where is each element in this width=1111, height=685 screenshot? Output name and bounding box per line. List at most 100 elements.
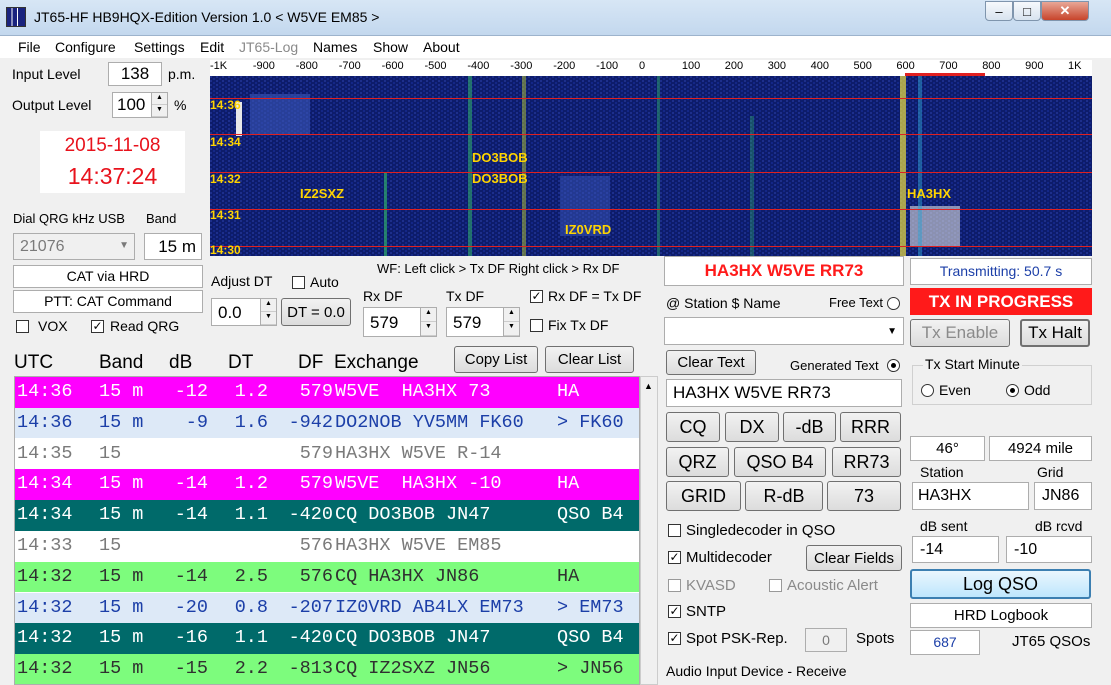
transmitting-status: Transmitting: 50.7 s <box>910 258 1092 285</box>
output-level-spinner[interactable]: ▲ ▼ <box>151 93 167 117</box>
decode-band: 15 <box>99 442 122 464</box>
clear-list-button[interactable]: Clear List <box>545 346 634 373</box>
decode-note: HA <box>557 565 580 587</box>
decode-ex: CQ DO3BOB JN47 <box>335 627 491 649</box>
scroll-up-icon[interactable]: ▲ <box>644 381 653 391</box>
scale-tick: 1K <box>1068 60 1082 72</box>
decode-db: -14 <box>174 504 208 526</box>
decode-dt: 1.6 <box>234 411 268 433</box>
decode-row[interactable]: 14:35 15 579 HA3HX W5VE R-14 <box>15 438 639 470</box>
menu-edit[interactable]: Edit <box>200 39 224 55</box>
scale-tick: -100 <box>596 60 619 72</box>
adjust-dt-field[interactable]: 0.0 ▲ ▼ <box>211 298 277 326</box>
spots-count: 0 <box>805 628 847 652</box>
decode-utc: 14:32 <box>17 658 73 680</box>
db-sent-field[interactable]: -14 <box>912 536 999 563</box>
window-title: JT65-HF HB9HQX-Edition Version 1.0 < W5V… <box>34 9 380 25</box>
odd-radio[interactable] <box>1006 384 1019 397</box>
menu-settings[interactable]: Settings <box>134 39 185 55</box>
cq-button[interactable]: CQ <box>666 412 720 442</box>
scale-tick: -1K <box>210 60 228 72</box>
decode-row[interactable]: 14:34 15 m -14 1.1 -420 CQ DO3BOB JN47 QSO B4 <box>15 500 639 531</box>
dial-qrg-select[interactable]: 21076 ▼ <box>13 233 135 260</box>
minimize-icon[interactable]: – <box>985 1 1013 21</box>
station-field[interactable]: HA3HX <box>912 482 1029 510</box>
menu-show[interactable]: Show <box>373 39 408 55</box>
menu-file[interactable]: File <box>18 39 41 55</box>
multidecoder-checkbox[interactable]: ✓ <box>668 551 681 564</box>
free-text-select[interactable]: ▼ <box>664 317 904 345</box>
menu-names[interactable]: Names <box>313 39 357 55</box>
generated-text-radio[interactable] <box>887 359 900 372</box>
decode-row[interactable]: 14:36 15 m -12 1.2 579 W5VE HA3HX 73 HA <box>15 377 639 408</box>
rx-df-spinner[interactable]: ▲ ▼ <box>420 308 436 336</box>
maximize-icon[interactable]: □ <box>1013 1 1041 21</box>
decode-row[interactable]: 14:32 15 m -16 1.1 -420 CQ DO3BOB JN47 QSO B4 <box>15 623 639 654</box>
decode-band: 15 m <box>99 565 144 587</box>
rx-eq-tx-checkbox[interactable]: ✓ <box>530 290 543 303</box>
spot-psk-checkbox[interactable]: ✓ <box>668 632 681 645</box>
waterfall-display[interactable]: 14:36 14:34 14:32 14:31 14:30 DO3BOB DO3… <box>210 76 1092 256</box>
rx-df-field[interactable]: 579 ▲ ▼ <box>363 307 437 337</box>
decode-list-scrollbar[interactable]: ▲ <box>640 376 658 685</box>
decode-row[interactable]: 14:34 15 m -14 1.2 579 W5VE HA3HX -10 HA <box>15 469 639 500</box>
close-icon[interactable]: ✕ <box>1041 1 1089 21</box>
clear-text-button[interactable]: Clear Text <box>666 350 756 375</box>
decode-row[interactable]: 14:36 15 m -9 1.6 -942 DO2NOB YV5MM FK60 > FK6… <box>15 407 639 439</box>
output-level-field[interactable]: 100 ▲ ▼ <box>112 92 168 118</box>
generated-text-value[interactable]: HA3HX W5VE RR73 <box>666 379 902 407</box>
fix-tx-df-checkbox[interactable] <box>530 319 543 332</box>
sntp-checkbox[interactable]: ✓ <box>668 605 681 618</box>
decode-row[interactable]: 14:32 15 m -14 2.5 576 CQ HA3HX JN86 HA <box>15 561 639 593</box>
qso-b4-button[interactable]: QSO B4 <box>734 447 826 477</box>
grid-button[interactable]: GRID <box>666 481 741 511</box>
vox-checkbox[interactable] <box>16 320 29 333</box>
copy-list-button[interactable]: Copy List <box>454 346 538 373</box>
reset-dt-button[interactable]: DT = 0.0 <box>281 298 351 326</box>
rr73-button[interactable]: RR73 <box>832 447 901 477</box>
title-bar: JT65-HF HB9HQX-Edition Version 1.0 < W5V… <box>0 0 1111 36</box>
grid-label: Grid <box>1037 464 1064 480</box>
decode-row[interactable]: 14:32 15 m -15 2.2 -813 CQ IZ2SXZ JN56 > JN56 <box>15 654 639 684</box>
auto-dt-checkbox[interactable] <box>292 276 305 289</box>
decode-band: 15 m <box>99 473 144 495</box>
read-qrg-checkbox[interactable]: ✓ <box>91 320 104 333</box>
tx-halt-button[interactable]: Tx Halt <box>1020 319 1090 347</box>
decode-list[interactable]: 14:36 15 m -12 1.2 579 W5VE HA3HX 73 HA 14:36 15… <box>14 376 640 685</box>
decode-note: HA <box>557 381 580 402</box>
acoustic-alert-checkbox <box>769 579 782 592</box>
decode-row[interactable]: 14:33 15 576 HA3HX W5VE EM85 <box>15 531 639 562</box>
decode-ex: HA3HX W5VE R-14 <box>335 442 502 464</box>
rrr-button[interactable]: RRR <box>840 412 901 442</box>
adjust-dt-spinner[interactable]: ▲ ▼ <box>260 299 276 325</box>
decode-db: -9 <box>185 411 208 433</box>
decode-dt: 0.8 <box>234 596 268 618</box>
73-button[interactable]: 73 <box>827 481 901 511</box>
dx-button[interactable]: DX <box>725 412 779 442</box>
station-label: Station <box>920 464 964 480</box>
tx-df-spinner[interactable]: ▲ ▼ <box>503 308 519 336</box>
qrz-button[interactable]: QRZ <box>666 447 729 477</box>
even-radio[interactable] <box>921 384 934 397</box>
decode-band: 15 m <box>99 627 144 649</box>
scale-tick: 900 <box>1025 60 1044 72</box>
db-button[interactable]: -dB <box>783 412 836 442</box>
menu-configure[interactable]: Configure <box>55 39 116 55</box>
menu-about[interactable]: About <box>423 39 460 55</box>
decode-dt: 1.1 <box>234 627 268 649</box>
decode-note: > EM73 <box>557 596 624 618</box>
db-rcvd-field[interactable]: -10 <box>1006 536 1092 563</box>
log-qso-button[interactable]: Log QSO <box>910 569 1091 599</box>
clear-fields-button[interactable]: Clear Fields <box>806 545 902 571</box>
multidecoder-label: Multidecoder <box>686 549 772 566</box>
audio-device-label: Audio Input Device - Receive <box>666 663 847 679</box>
grid-field[interactable]: JN86 <box>1034 482 1092 510</box>
tx-enable-button[interactable]: Tx Enable <box>910 319 1010 347</box>
singledecoder-checkbox[interactable] <box>668 524 681 537</box>
free-text-radio[interactable] <box>887 297 900 310</box>
tx-df-field[interactable]: 579 ▲ ▼ <box>446 307 520 337</box>
decode-row[interactable]: 14:32 15 m -20 0.8 -207 IZ0VRD AB4LX EM73 > EM… <box>15 592 639 624</box>
r-db-button[interactable]: R-dB <box>745 481 823 511</box>
tx-df-label: Tx DF <box>446 288 485 304</box>
decode-ex: W5VE HA3HX 73 <box>335 381 491 402</box>
